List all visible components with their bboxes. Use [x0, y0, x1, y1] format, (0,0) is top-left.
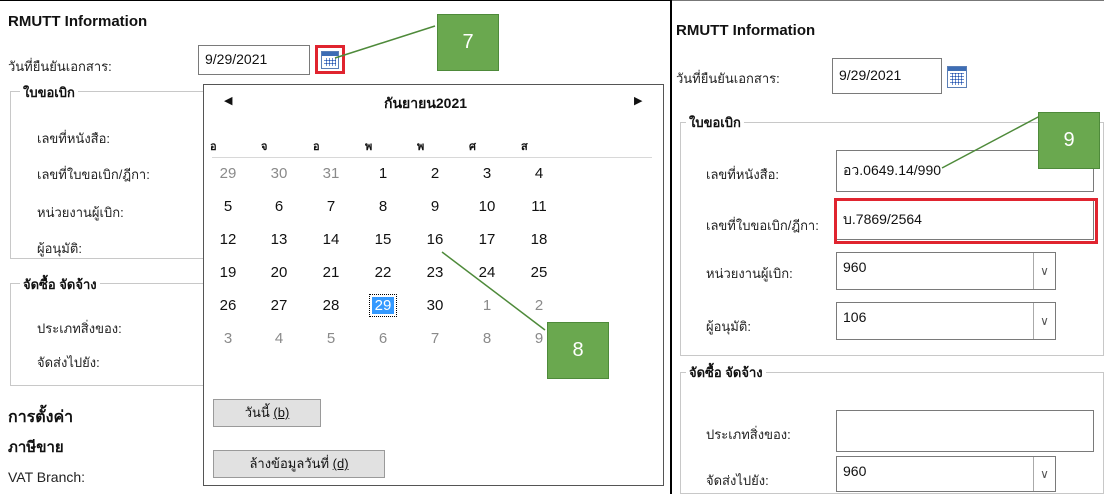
clear-date-button-shortcut: (d): [332, 456, 349, 471]
calendar-day[interactable]: 28: [311, 297, 351, 314]
left-panel-border-top: [0, 0, 670, 1]
vat-branch-label: VAT Branch:: [8, 469, 86, 485]
right-approver-label: ผู้อนุมัติ:: [706, 319, 751, 334]
ship-to-label: จัดส่งไปยัง:: [37, 355, 100, 370]
ship-to-dropdown-arrow-icon[interactable]: ∨: [1033, 457, 1055, 491]
weekday-header: ส: [521, 141, 528, 153]
ship-to-combo-value: 960: [843, 463, 867, 479]
approver-combo[interactable]: 106 ∨: [836, 302, 1056, 340]
calendar-day[interactable]: 8: [363, 198, 403, 215]
today-button-label: วันนี้: [244, 405, 270, 420]
calendar-day-selected[interactable]: 29: [369, 294, 397, 317]
calendar-day[interactable]: 27: [259, 297, 299, 314]
calendar-day[interactable]: 15: [363, 231, 403, 248]
callout-7: 7: [437, 14, 499, 71]
calendar-day[interactable]: 19: [208, 264, 248, 281]
clear-date-button-label: ล้างข้อมูลวันที่: [249, 456, 330, 471]
weekday-row-divider: [212, 157, 652, 158]
caret-left-icon: ◀: [224, 95, 233, 107]
tax-title: ภาษีขาย: [8, 439, 64, 456]
right-procurement-group-title: จัดซื้อ จัดจ้าง: [686, 362, 766, 383]
doc-date-field[interactable]: 9/29/2021: [198, 45, 310, 75]
right-ship-to-label: จัดส่งไปยัง:: [706, 473, 769, 488]
item-type-label: ประเภทสิ่งของ:: [37, 321, 122, 336]
right-requisition-group-title: ใบขอเบิก: [686, 112, 744, 133]
calendar-day[interactable]: 6: [363, 330, 403, 347]
calendar-day[interactable]: 5: [208, 198, 248, 215]
req-no-highlight: [834, 198, 1098, 244]
calendar-day[interactable]: 7: [311, 198, 351, 215]
callout-8-connector: [441, 251, 546, 331]
doc-date-label: วันที่ยืนยันเอกสาร:: [8, 59, 112, 74]
calendar-day[interactable]: 13: [259, 231, 299, 248]
calendar-day[interactable]: 3: [467, 165, 507, 182]
calendar-day[interactable]: 9: [415, 198, 455, 215]
calendar-day[interactable]: 21: [311, 264, 351, 281]
next-month-button[interactable]: ▶: [634, 94, 642, 107]
calendar-day[interactable]: 30: [259, 165, 299, 182]
caret-right-icon: ▶: [634, 95, 643, 107]
calendar-day[interactable]: 4: [519, 165, 559, 182]
callout-9: 9: [1038, 112, 1100, 169]
calendar-day[interactable]: 31: [311, 165, 351, 182]
left-panel-title: RMUTT Information: [8, 13, 148, 30]
weekday-header: พ: [417, 141, 425, 153]
callout-8: 8: [547, 322, 609, 379]
weekday-header: จ: [261, 141, 268, 153]
right-doc-date-field[interactable]: 9/29/2021: [832, 58, 942, 94]
clear-date-button[interactable]: ล้างข้อมูลวันที่ (d): [213, 450, 385, 478]
calendar-day[interactable]: 18: [519, 231, 559, 248]
callout-7-connector: [334, 25, 436, 59]
calendar-day[interactable]: 2: [415, 165, 455, 182]
approver-combo-value: 106: [843, 309, 867, 325]
weekday-header: พ: [365, 141, 373, 153]
calendar-day[interactable]: 22: [363, 264, 403, 281]
calendar-day[interactable]: 14: [311, 231, 351, 248]
today-button[interactable]: วันนี้ (b): [213, 399, 321, 427]
ship-to-combo[interactable]: 960 ∨: [836, 456, 1056, 492]
right-calendar-icon[interactable]: [947, 66, 967, 88]
approver-dropdown-arrow-icon[interactable]: ∨: [1033, 303, 1055, 339]
callout-9-connector: [941, 115, 1041, 169]
right-dept-label: หน่วยงานผู้เบิก:: [706, 266, 793, 281]
calendar-month-title: กันยายน2021: [384, 95, 468, 111]
item-type-field[interactable]: [836, 410, 1094, 452]
right-req-no-label: เลขที่ใบขอเบิก/ฎีกา:: [706, 218, 819, 233]
procurement-group-title: จัดซื้อ จัดจ้าง: [20, 274, 100, 295]
calendar-day[interactable]: 12: [208, 231, 248, 248]
book-no-label: เลขที่หนังสือ:: [37, 131, 111, 146]
dept-dropdown-arrow-icon[interactable]: ∨: [1033, 253, 1055, 289]
calendar-day[interactable]: 10: [467, 198, 507, 215]
dept-combo-value: 960: [843, 259, 867, 275]
settings-title: การตั้งค่า: [8, 409, 74, 426]
calendar-day[interactable]: 11: [519, 198, 559, 215]
calendar-popup: ◀ กันยายน2021 ▶ อจอพพศส 29 30 31 1 2 3 4 5 6 7 8 9 10…: [203, 84, 664, 486]
calendar-day[interactable]: 26: [208, 297, 248, 314]
calendar-day[interactable]: 1: [363, 165, 403, 182]
panel-divider: [670, 0, 672, 494]
calendar-day[interactable]: 29: [208, 165, 248, 182]
calendar-day[interactable]: 5: [311, 330, 351, 347]
dept-combo[interactable]: 960 ∨: [836, 252, 1056, 290]
right-panel-title: RMUTT Information: [676, 22, 816, 39]
right-panel-border-top: [672, 0, 1104, 1]
calendar-day[interactable]: 6: [259, 198, 299, 215]
requisition-group-title: ใบขอเบิก: [20, 82, 78, 103]
calendar-day[interactable]: 3: [208, 330, 248, 347]
weekday-header: อ: [313, 141, 320, 153]
prev-month-button[interactable]: ◀: [224, 94, 232, 107]
weekday-header: ศ: [469, 141, 476, 153]
right-item-type-label: ประเภทสิ่งของ:: [706, 427, 791, 442]
today-button-shortcut: (b): [273, 405, 290, 420]
weekday-header: อ: [210, 141, 217, 153]
calendar-day[interactable]: 16: [415, 231, 455, 248]
calendar-day[interactable]: 4: [259, 330, 299, 347]
calendar-day[interactable]: 17: [467, 231, 507, 248]
dept-label: หน่วยงานผู้เบิก:: [37, 205, 124, 220]
approver-label: ผู้อนุมัติ:: [37, 241, 82, 256]
right-book-no-label: เลขที่หนังสือ:: [706, 167, 780, 182]
calendar-day[interactable]: 20: [259, 264, 299, 281]
right-doc-date-label: วันที่ยืนยันเอกสาร:: [676, 71, 780, 86]
req-no-label: เลขที่ใบขอเบิก/ฎีกา:: [37, 167, 150, 182]
